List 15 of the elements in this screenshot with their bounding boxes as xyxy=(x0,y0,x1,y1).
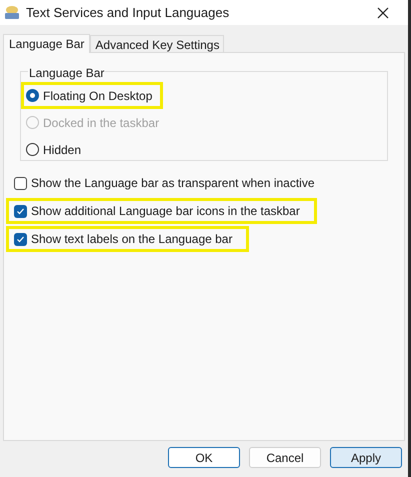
check-icon xyxy=(16,234,25,244)
checkbox-option[interactable]: Show additional Language bar icons in the taskbar xyxy=(6,198,317,224)
checkbox-option[interactable]: Show the Language bar as transparent when inactive xyxy=(6,170,332,196)
radio-option[interactable]: Floating On Desktop xyxy=(21,82,164,109)
radio-option[interactable]: Hidden xyxy=(21,136,92,163)
check-icon xyxy=(16,206,25,216)
checkbox-option[interactable]: Show text labels on the Language bar xyxy=(6,226,250,252)
close-button[interactable] xyxy=(376,6,390,20)
dialog-button[interactable]: OK xyxy=(168,447,240,468)
tab[interactable]: Advanced Key Settings xyxy=(90,35,224,52)
window-title: Text Services and Input Languages xyxy=(26,4,230,22)
dialog-button[interactable]: Apply xyxy=(330,447,402,468)
keyboard-icon xyxy=(4,6,20,20)
dialog-button[interactable]: Cancel xyxy=(249,447,321,468)
tab[interactable]: Language Bar xyxy=(3,34,90,53)
